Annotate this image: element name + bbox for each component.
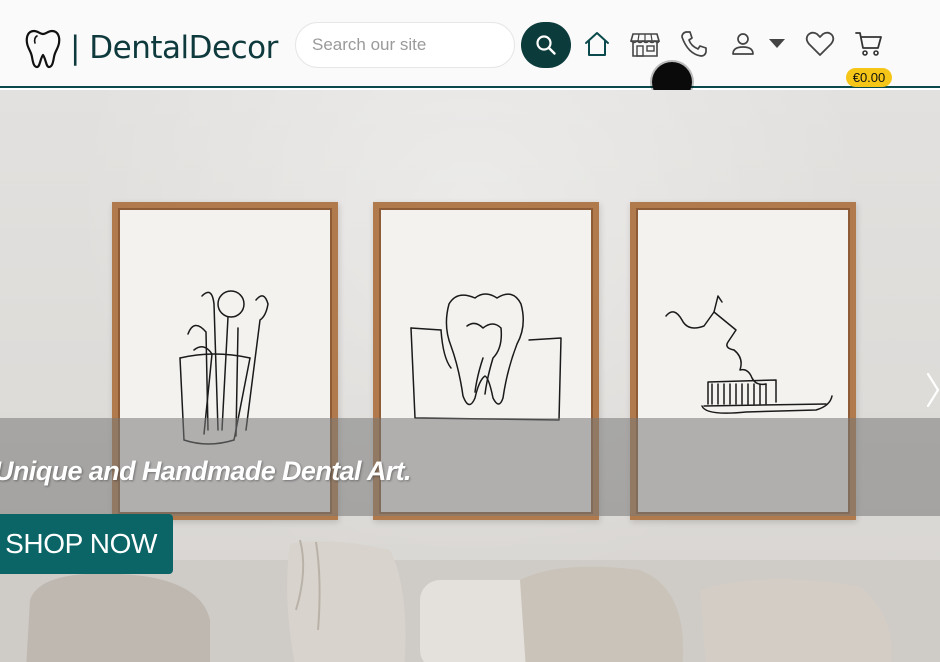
shop-now-button[interactable]: SHOP NOW xyxy=(0,514,173,574)
brand-name: | DentalDecor xyxy=(70,30,278,66)
phone-icon xyxy=(681,31,707,57)
tooth-icon xyxy=(25,29,61,69)
chevron-right-icon[interactable] xyxy=(926,372,940,408)
search-box xyxy=(295,22,515,68)
site-header: | DentalDecor Search our site €0.00 xyxy=(0,0,940,88)
heart-icon xyxy=(805,31,835,56)
search-icon xyxy=(536,35,556,55)
search-input[interactable] xyxy=(296,23,514,67)
home-button[interactable] xyxy=(581,28,613,60)
cart-button[interactable] xyxy=(853,28,885,60)
caret-down-icon xyxy=(769,39,785,48)
store-icon xyxy=(629,33,661,57)
hero-banner: Unique and Handmade Dental Art. SHOP NOW xyxy=(0,90,940,662)
cart-icon xyxy=(855,32,882,56)
search-button[interactable] xyxy=(521,22,571,68)
account-button[interactable] xyxy=(727,28,759,60)
account-dropdown[interactable] xyxy=(761,28,793,60)
hero-tagline: Unique and Handmade Dental Art. xyxy=(0,456,412,486)
store-button[interactable] xyxy=(629,28,661,60)
user-icon xyxy=(732,33,754,55)
cart-total-badge: €0.00 xyxy=(846,68,892,87)
home-icon xyxy=(585,32,609,56)
logo[interactable]: | DentalDecor xyxy=(24,26,278,70)
phone-button[interactable] xyxy=(678,28,710,60)
wishlist-button[interactable] xyxy=(804,28,836,60)
